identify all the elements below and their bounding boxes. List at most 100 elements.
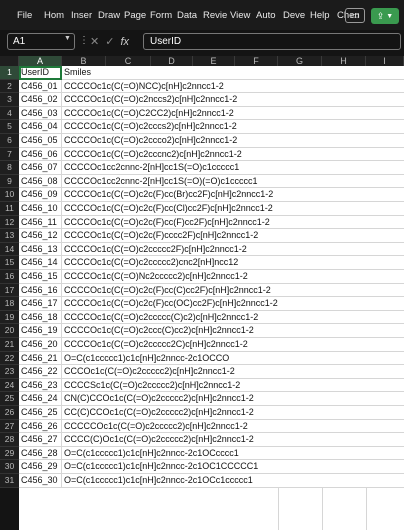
row-header[interactable]: 8: [0, 161, 19, 175]
row-header[interactable]: 24: [0, 378, 19, 393]
cell-smiles[interactable]: CCCC(C)Oc1c(C(=O)c2ccccc2)c[nH]c2nncc1-2: [62, 433, 254, 446]
row-header[interactable]: 11: [0, 202, 19, 216]
menu-draw[interactable]: Draw: [95, 10, 121, 21]
cell-userid[interactable]: C456_16: [19, 283, 62, 297]
cell-userid[interactable]: C456_22: [19, 365, 62, 378]
cell-smiles[interactable]: CCCCOc1c(C(=O)c2c(F)cc(Br)cc2F)c[nH]c2nn…: [62, 188, 273, 201]
column-header-h[interactable]: H: [322, 56, 366, 66]
row-header[interactable]: 23: [0, 365, 19, 379]
cell-smiles[interactable]: CCCCOc1cc2cnnc-2[nH]cc1S(=O)c1ccccc1: [62, 161, 239, 174]
menu-formulas[interactable]: Form: [147, 10, 174, 21]
cell-smiles[interactable]: CCCCCOc1c(C(=O)c2ccccc2)c[nH]c2nncc1-2: [62, 420, 248, 433]
menu-file[interactable]: File: [0, 10, 41, 21]
insert-function-icon[interactable]: fx: [120, 36, 129, 48]
cell-userid[interactable]: C456_05: [19, 134, 62, 147]
menu-automate[interactable]: Auto: [253, 10, 280, 21]
column-header-e[interactable]: E: [193, 56, 235, 66]
cell-smiles[interactable]: CCCCOc1c(C(=O)Nc2ccccc2)c[nH]c2nncc1-2: [62, 270, 248, 283]
menu-data[interactable]: Data: [174, 10, 200, 21]
cell-smiles[interactable]: CC(C)CCOc1c(C(=O)c2ccccc2)c[nH]c2nncc1-2: [62, 406, 254, 419]
menu-home[interactable]: Hom: [41, 10, 68, 21]
row-header[interactable]: 14: [0, 242, 19, 257]
row-header[interactable]: 25: [0, 392, 19, 406]
empty-cells[interactable]: [19, 487, 404, 530]
cell-userid[interactable]: C456_18: [19, 310, 62, 324]
cell-userid[interactable]: C456_29: [19, 460, 62, 473]
row-header[interactable]: 5: [0, 120, 19, 134]
formula-input[interactable]: UserID: [143, 33, 401, 50]
cell-userid[interactable]: C456_30: [19, 474, 62, 487]
cell-smiles[interactable]: CCCCOc1c(C(=O)c2cccnc2)c[nH]c2nncc1-2: [62, 148, 242, 161]
row-header[interactable]: 9: [0, 174, 19, 189]
cell-smiles[interactable]: O=C(c1ccccc1)c1c[nH]c2nncc-2c1OCc1ccccc1: [62, 474, 253, 487]
share-button[interactable]: ⇪ ▼: [371, 8, 399, 24]
menu-page-layout[interactable]: Page: [121, 10, 147, 21]
cell-userid[interactable]: C456_27: [19, 433, 62, 446]
comments-button[interactable]: ▭: [345, 8, 365, 23]
cell-userid[interactable]: C456_04: [19, 120, 62, 133]
cell-userid[interactable]: C456_12: [19, 229, 62, 242]
cell-smiles[interactable]: CCCCOc1c(C(=O)c2ccc(C)cc2)c[nH]c2nncc1-2: [62, 324, 254, 337]
column-header-b[interactable]: B: [62, 56, 106, 66]
cell-smiles[interactable]: CCCCOc1c(C(=O)NCC)c[nH]c2nncc1-2: [62, 80, 224, 93]
row-header[interactable]: 26: [0, 406, 19, 420]
enter-icon[interactable]: ✓: [105, 35, 114, 48]
cell-userid[interactable]: C456_24: [19, 392, 62, 405]
cell-userid[interactable]: C456_19: [19, 324, 62, 337]
column-header-d[interactable]: D: [151, 56, 193, 66]
cell-smiles[interactable]: CN(C)CCOc1c(C(=O)c2ccccc2)c[nH]c2nncc1-2: [62, 392, 254, 405]
cell-userid[interactable]: C456_13: [19, 242, 62, 256]
cell-userid[interactable]: C456_03: [19, 106, 62, 120]
cell-smiles[interactable]: CCCCOc1c(C(=O)c2ccccc2F)c[nH]c2nncc1-2: [62, 243, 247, 256]
row-header[interactable]: 12: [0, 215, 19, 230]
cell-smiles[interactable]: CCCCOc1cc2cnnc-2[nH]cc1S(=O)(=O)c1ccccc1: [62, 175, 258, 188]
row-header[interactable]: 21: [0, 338, 19, 352]
cell-userid[interactable]: C456_23: [19, 378, 62, 392]
cell-userid[interactable]: C456_06: [19, 147, 62, 161]
menu-developer[interactable]: Deve: [280, 10, 307, 21]
cell-userid[interactable]: C456_11: [19, 215, 62, 229]
menu-insert[interactable]: Inser: [68, 10, 95, 21]
menu-help[interactable]: Help: [307, 10, 334, 21]
cell-smiles[interactable]: CCCCSc1c(C(=O)c2ccccc2)c[nH]c2nncc1-2: [62, 379, 240, 392]
cell-userid[interactable]: C456_15: [19, 270, 62, 283]
column-header-g[interactable]: G: [278, 56, 322, 66]
row-header[interactable]: 27: [0, 419, 19, 434]
cell-userid[interactable]: C456_08: [19, 174, 62, 188]
row-header[interactable]: 16: [0, 270, 19, 284]
chevron-down-icon[interactable]: ▼: [64, 35, 71, 42]
cell-smiles[interactable]: CCCCOc1c(C(=O)c2nccs2)c[nH]c2nncc1-2: [62, 93, 237, 106]
menu-review[interactable]: Revie: [200, 10, 227, 21]
cell-userid[interactable]: C456_02: [19, 93, 62, 106]
row-header[interactable]: 6: [0, 134, 19, 148]
row-header[interactable]: 1: [0, 66, 19, 80]
cell-userid[interactable]: C456_01: [19, 79, 62, 93]
row-header[interactable]: 22: [0, 351, 19, 366]
column-header-c[interactable]: C: [106, 56, 151, 66]
row-header[interactable]: 19: [0, 310, 19, 325]
menu-view[interactable]: View: [227, 10, 253, 21]
cell-userid[interactable]: C456_25: [19, 406, 62, 419]
select-all-corner[interactable]: [0, 56, 19, 66]
cell-smiles[interactable]: CCCCOc1c(C(=O)c2c(F)cccc2F)c[nH]c2nncc1-…: [62, 229, 258, 242]
cell-userid[interactable]: C456_20: [19, 338, 62, 351]
column-header-i[interactable]: I: [366, 56, 404, 66]
row-header[interactable]: 30: [0, 460, 19, 474]
cell-smiles[interactable]: O=C(c1ccccc1)c1c[nH]c2nncc-2c1OCCO: [62, 352, 229, 365]
cancel-icon[interactable]: ✕: [90, 35, 99, 48]
cell-smiles[interactable]: CCCCOc1c(C(=O)c2cccs2)c[nH]c2nncc1-2: [62, 120, 237, 133]
row-header[interactable]: 3: [0, 93, 19, 107]
cell-smiles[interactable]: O=C(c1ccccc1)c1c[nH]c2nncc-2c1OC1CCCCC1: [62, 460, 258, 473]
cell-smiles[interactable]: CCCCOc1c(C(=O)c2c(F)cc(C)cc2F)c[nH]c2nnc…: [62, 284, 271, 297]
row-header[interactable]: 4: [0, 106, 19, 121]
cell-smiles[interactable]: CCCCOc1c(C(=O)c2ccco2)c[nH]c2nncc1-2: [62, 134, 237, 147]
cell-userid[interactable]: C456_26: [19, 419, 62, 433]
cell-smiles[interactable]: CCCCOc1c(C(=O)c2ccccc(C)c2)c[nH]c2nncc1-…: [62, 311, 258, 324]
cell-smiles[interactable]: CCCCOc1c(C(=O)c2c(F)cc(OC)cc2F)c[nH]c2nn…: [62, 297, 278, 310]
row-header[interactable]: 2: [0, 79, 19, 94]
cell-smiles[interactable]: Smiles: [62, 66, 91, 79]
cell-userid[interactable]: C456_14: [19, 256, 62, 269]
row-header[interactable]: 10: [0, 188, 19, 202]
cell-smiles[interactable]: CCCCOc1c(C(=O)c2c(F)cc(F)cc2F)c[nH]c2nnc…: [62, 216, 270, 229]
cell-smiles[interactable]: O=C(c1ccccc1)c1c[nH]c2nncc-2c1OCcccc1: [62, 447, 239, 460]
